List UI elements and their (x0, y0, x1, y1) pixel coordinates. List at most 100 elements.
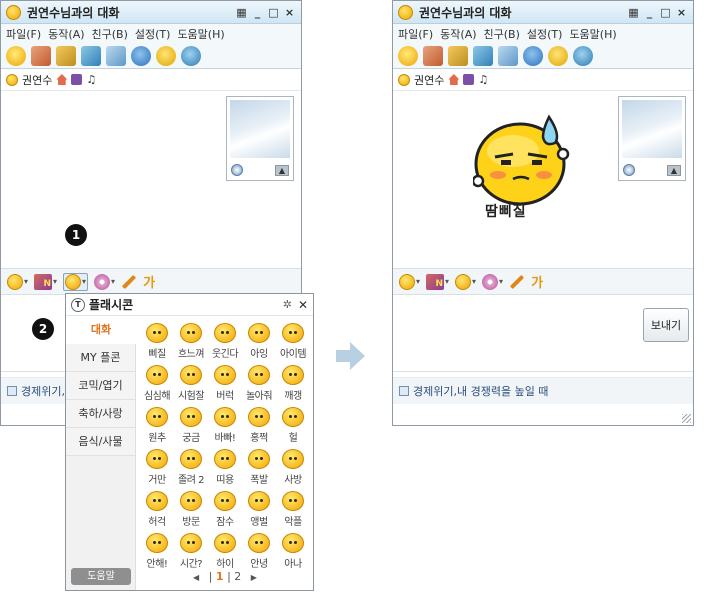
font-button[interactable]: 가 (143, 273, 155, 291)
close-button[interactable]: × (675, 6, 688, 19)
category-chat[interactable]: 대화 (66, 316, 136, 344)
photo-icon[interactable] (81, 45, 101, 66)
avatar-expand-icon[interactable]: ▲ (275, 165, 289, 176)
font-button[interactable]: 가 (531, 273, 543, 291)
category-food[interactable]: 음식/사물 (66, 428, 135, 456)
lock-icon[interactable] (71, 74, 83, 85)
menu-file[interactable]: 파일(F) (6, 26, 41, 42)
flashcon-button[interactable]: ▾ (455, 273, 476, 291)
search-user-icon[interactable] (181, 45, 201, 66)
menu-help[interactable]: 도움말(H) (177, 26, 224, 42)
avatar-toggle-icon[interactable] (231, 164, 243, 176)
music-note-icon[interactable]: ♫ (86, 74, 96, 85)
emoticon-item[interactable]: 폭발 (242, 449, 276, 486)
emoticon-item[interactable]: 놀아줘 (242, 365, 276, 402)
globe-icon[interactable] (523, 45, 543, 66)
help-button[interactable]: 도움말 (71, 568, 131, 585)
emoticon-item[interactable]: 거만 (140, 449, 174, 486)
lock-icon[interactable] (463, 74, 475, 85)
emoticon-item[interactable]: 시간? (174, 533, 208, 570)
emoticon-item[interactable]: 심심해 (140, 365, 174, 402)
message-input[interactable]: 보내기 (393, 295, 693, 372)
emoticon-button[interactable]: ▾ (399, 273, 420, 291)
category-comic[interactable]: 코믹/엽기 (66, 372, 135, 400)
emoticon-item[interactable]: 방문 (174, 491, 208, 528)
photo-icon[interactable] (473, 45, 493, 66)
invite-icon[interactable] (6, 45, 26, 66)
home-icon[interactable] (56, 74, 68, 85)
voice-chat-icon[interactable] (548, 45, 568, 66)
menu-action[interactable]: 동작(A) (440, 26, 476, 42)
menu-settings[interactable]: 설정(T) (527, 26, 563, 42)
emoticon-button[interactable]: ▾ (7, 273, 28, 291)
pen-button[interactable] (509, 273, 525, 291)
close-button[interactable]: × (283, 6, 296, 19)
emoticon-item[interactable]: 앵벌 (242, 491, 276, 528)
category-celebrate[interactable]: 축하/사랑 (66, 400, 135, 428)
ad-text[interactable]: 경제위기,내 경쟁력을 높일 때 (413, 383, 548, 399)
settings-gear-icon[interactable]: ✲ (283, 298, 292, 311)
resize-grip[interactable] (682, 414, 691, 423)
emoticon-item[interactable]: 아이템 (276, 323, 310, 360)
emoticon-item[interactable]: 궁금 (174, 407, 208, 444)
gift-icon[interactable] (448, 45, 468, 66)
menu-settings[interactable]: 설정(T) (135, 26, 171, 42)
page-2[interactable]: 2 (234, 570, 241, 583)
menu-help[interactable]: 도움말(H) (569, 26, 616, 42)
emoticon-item[interactable]: 깨갱 (276, 365, 310, 402)
voice-chat-icon[interactable] (156, 45, 176, 66)
maximize-button[interactable]: □ (267, 6, 280, 19)
background-button[interactable]: ▾ (94, 273, 115, 291)
emoticon-item[interactable]: 웃긴다 (208, 323, 242, 360)
emoticon-item[interactable]: 잠수 (208, 491, 242, 528)
title-bar[interactable]: 권연수님과의 대화 ▦ _ □ × (1, 1, 301, 24)
emoticon-item[interactable]: 아나 (276, 533, 310, 570)
emoticon-item[interactable]: 버럭 (208, 365, 242, 402)
screen-icon[interactable] (106, 45, 126, 66)
avatar-toggle-icon[interactable] (623, 164, 635, 176)
screen-icon[interactable] (498, 45, 518, 66)
minimize-button[interactable]: _ (251, 6, 264, 19)
emoticon-item[interactable]: 홍쩍 (242, 407, 276, 444)
send-button[interactable]: 보내기 (643, 308, 689, 342)
page-1[interactable]: 1 (216, 570, 224, 583)
emoticon-item[interactable]: 흐느껴 (174, 323, 208, 360)
next-page-icon[interactable]: ▶ (251, 573, 257, 582)
emoticon-item[interactable]: 아잉 (242, 323, 276, 360)
n-emoticon-button[interactable]: N ▾ (34, 273, 57, 291)
emoticon-item[interactable]: 삐질 (140, 323, 174, 360)
chat-history[interactable]: 땀삐질 ▲ (393, 91, 693, 269)
menu-file[interactable]: 파일(F) (398, 26, 433, 42)
maximize-button[interactable]: □ (659, 6, 672, 19)
avatar-expand-icon[interactable]: ▲ (667, 165, 681, 176)
chat-history[interactable]: ▲ 1 (1, 91, 301, 269)
emoticon-item[interactable]: 졸려 2 (174, 449, 208, 486)
category-my[interactable]: MY 플콘 (66, 344, 135, 372)
menu-action[interactable]: 동작(A) (48, 26, 84, 42)
invite-icon[interactable] (398, 45, 418, 66)
emoticon-item[interactable]: 띠용 (208, 449, 242, 486)
emoticon-item[interactable]: 사방 (276, 449, 310, 486)
search-user-icon[interactable] (573, 45, 593, 66)
emoticon-item[interactable]: 허걱 (140, 491, 174, 528)
music-note-icon[interactable]: ♫ (478, 74, 488, 85)
gift-icon[interactable] (56, 45, 76, 66)
popup-close-button[interactable]: ✕ (298, 298, 308, 312)
emoticon-item[interactable]: 원추 (140, 407, 174, 444)
contact-name[interactable]: 권연수 (414, 72, 444, 88)
emoticon-item[interactable]: 바빠! (208, 407, 242, 444)
menu-friend[interactable]: 친구(B) (92, 26, 128, 42)
prev-page-icon[interactable]: ◀ (193, 573, 199, 582)
contact-name[interactable]: 권연수 (22, 72, 52, 88)
n-emoticon-button[interactable]: N ▾ (426, 273, 449, 291)
emoticon-item[interactable]: 안녕 (242, 533, 276, 570)
menu-friend[interactable]: 친구(B) (484, 26, 520, 42)
background-button[interactable]: ▾ (482, 273, 503, 291)
emoticon-item[interactable]: 시험잘 (174, 365, 208, 402)
send-file-icon[interactable] (31, 45, 51, 66)
flashcon-button[interactable]: ▾ (63, 272, 89, 291)
home-icon[interactable] (448, 74, 460, 85)
emoticon-item[interactable]: 안해! (140, 533, 174, 570)
grid-icon[interactable]: ▦ (235, 6, 248, 19)
minimize-button[interactable]: _ (643, 6, 656, 19)
